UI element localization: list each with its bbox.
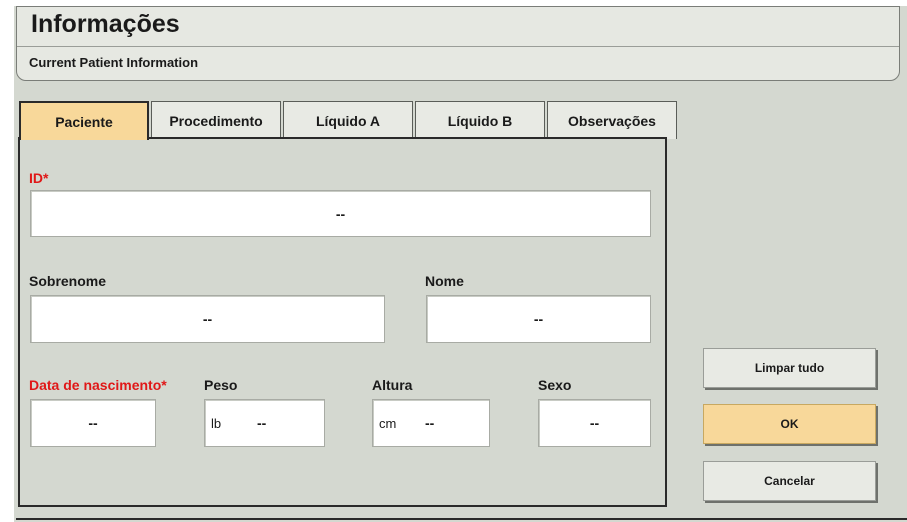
cancel-button[interactable]: Cancelar: [703, 461, 876, 501]
left-margin: [0, 0, 14, 522]
sobrenome-field[interactable]: --: [30, 295, 385, 343]
peso-label: Peso: [204, 377, 238, 393]
nome-label: Nome: [425, 273, 464, 289]
sexo-value: --: [589, 415, 600, 431]
tab-bar: Paciente Procedimento Líquido A Líquido …: [19, 101, 679, 140]
birthdate-field[interactable]: --: [30, 399, 156, 447]
bottom-border: [16, 518, 907, 520]
nome-value: --: [533, 311, 544, 327]
id-label: ID*: [29, 170, 49, 186]
peso-value: --: [257, 415, 267, 431]
peso-field[interactable]: lb --: [204, 399, 325, 447]
tab-liquido-a[interactable]: Líquido A: [283, 101, 413, 139]
id-field[interactable]: --: [30, 190, 651, 237]
sobrenome-label: Sobrenome: [29, 273, 107, 289]
altura-field[interactable]: cm --: [372, 399, 490, 447]
altura-unit: cm: [379, 415, 397, 431]
altura-value: --: [425, 415, 435, 431]
sexo-field[interactable]: --: [538, 399, 651, 447]
birthdate-value: --: [88, 415, 98, 431]
birthdate-label: Data de nascimento*: [29, 377, 167, 393]
page-subtitle: Current Patient Information: [29, 55, 199, 70]
tab-procedimento[interactable]: Procedimento: [151, 101, 281, 139]
ok-button[interactable]: OK: [703, 404, 876, 444]
sexo-label: Sexo: [538, 377, 572, 393]
dialog-header: Informações Current Patient Information: [16, 6, 900, 81]
header-divider: [17, 46, 899, 47]
id-value: --: [335, 205, 346, 222]
tab-liquido-b[interactable]: Líquido B: [415, 101, 545, 139]
dialog-window: Informações Current Patient Information …: [0, 0, 907, 522]
tab-observacoes[interactable]: Observações: [547, 101, 677, 139]
nome-field[interactable]: --: [426, 295, 651, 343]
altura-label: Altura: [372, 377, 413, 393]
page-title: Informações: [31, 10, 180, 38]
peso-unit: lb: [211, 415, 222, 431]
tab-paciente[interactable]: Paciente: [19, 101, 149, 140]
sobrenome-value: --: [202, 311, 213, 327]
clear-all-button[interactable]: Limpar tudo: [703, 348, 876, 388]
patient-form-panel: ID* -- Sobrenome -- Nome -- Data de nasc…: [18, 137, 667, 507]
